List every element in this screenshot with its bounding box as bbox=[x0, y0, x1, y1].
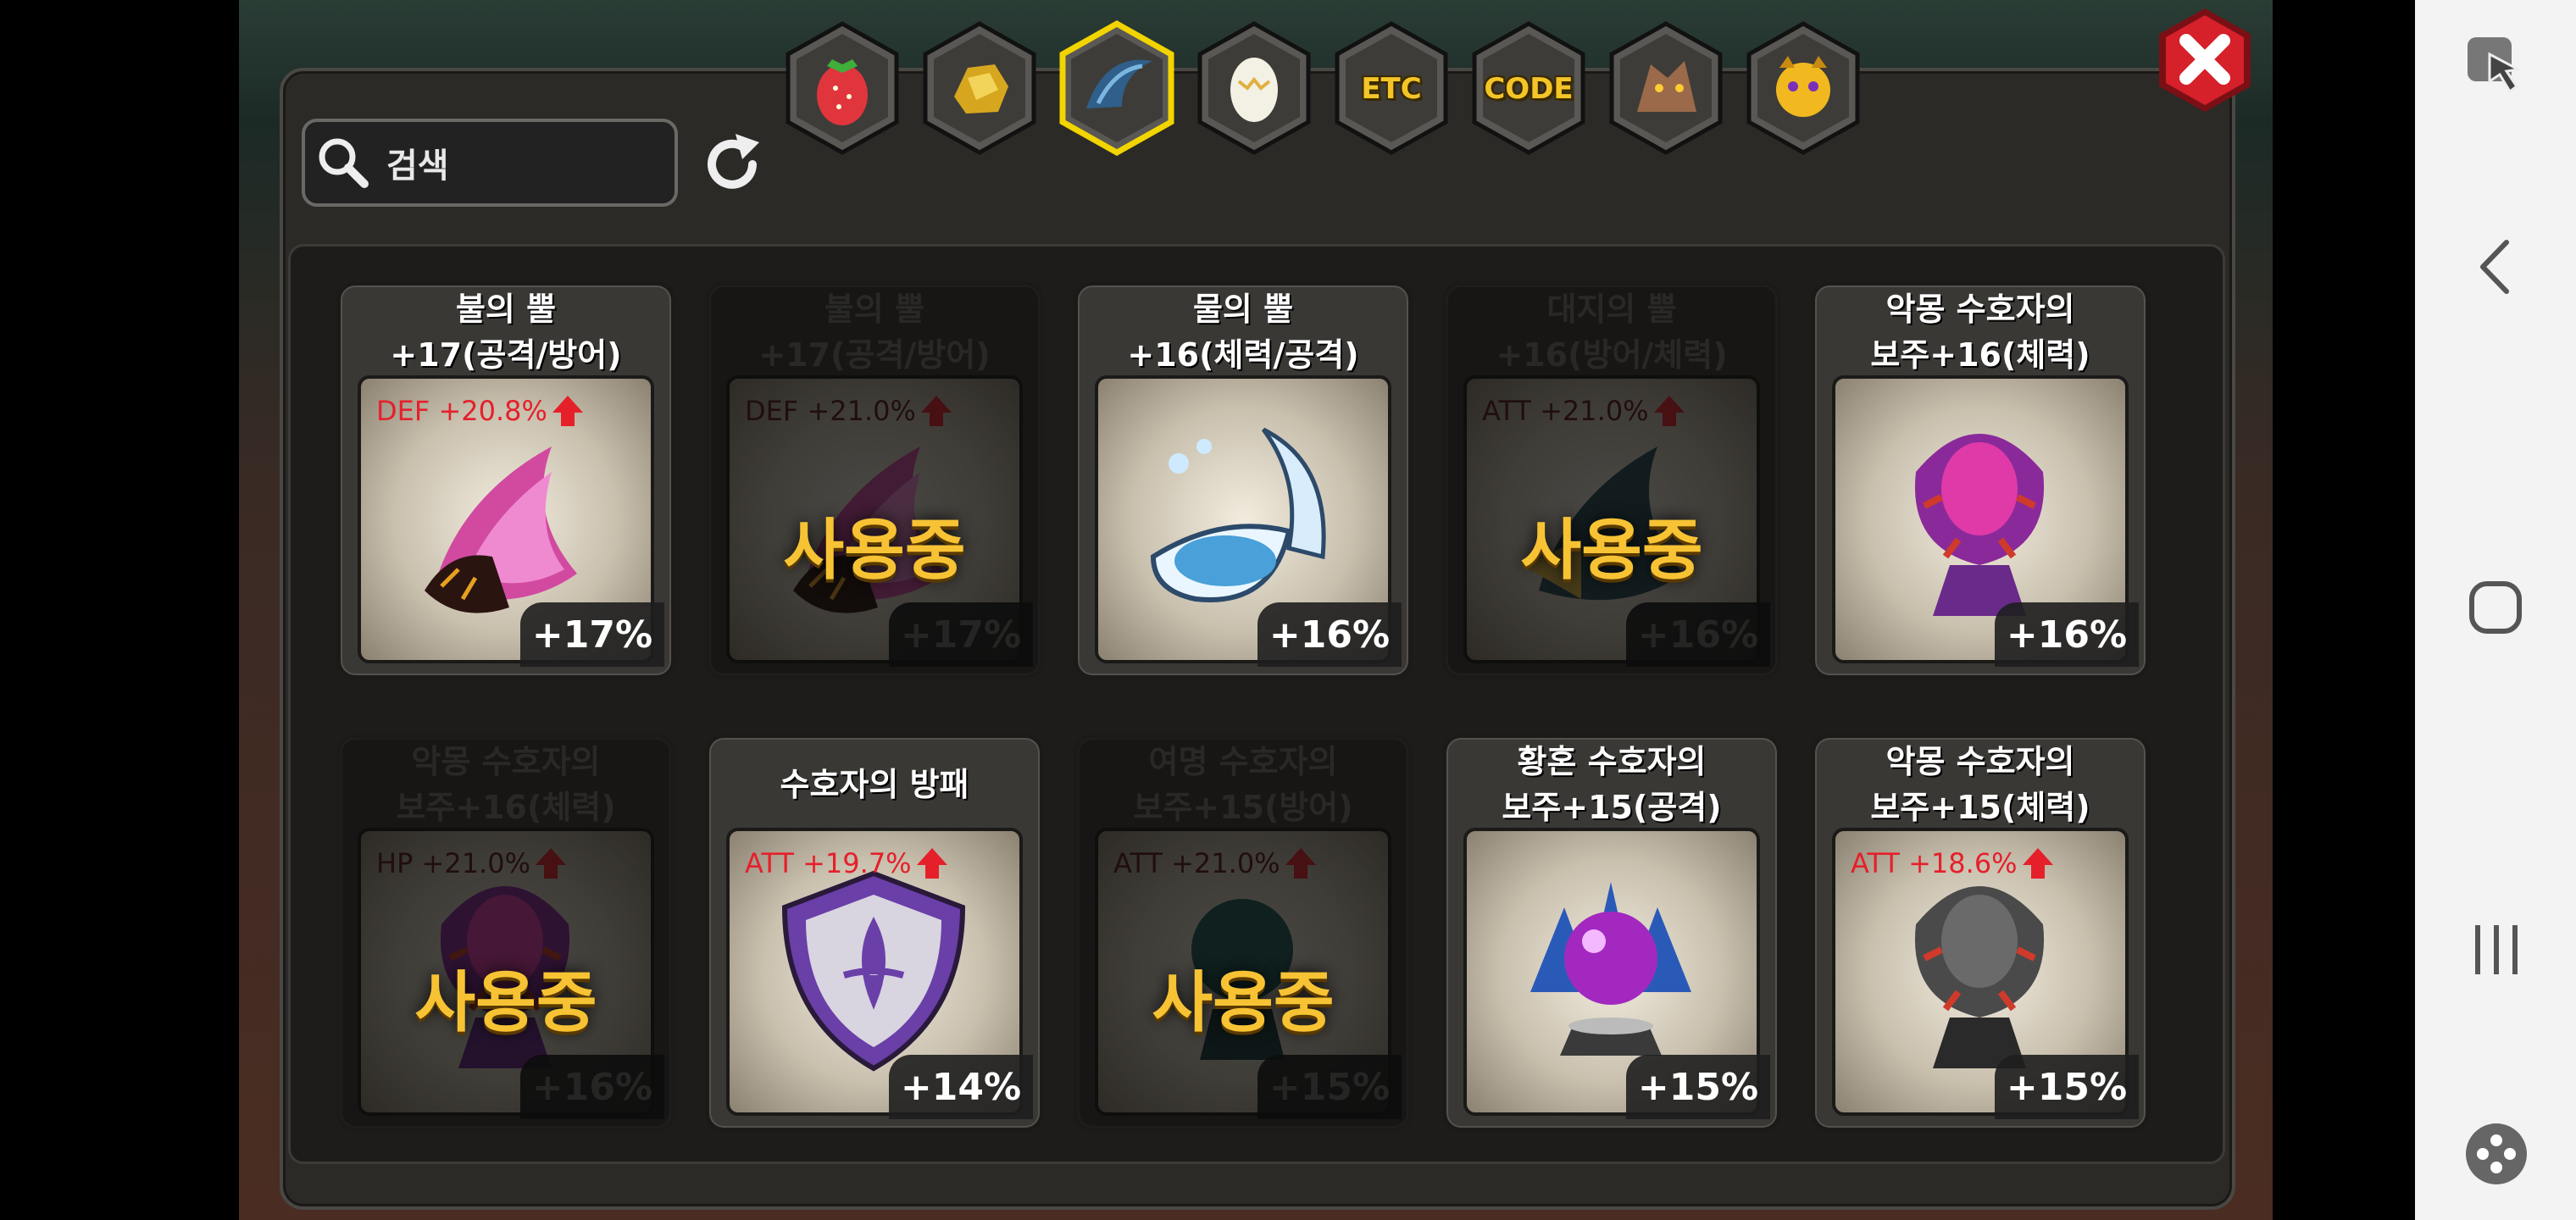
item-title-line2: 보주+15(공격) bbox=[1502, 789, 1722, 826]
stat-text: DEF +20.8% bbox=[376, 395, 547, 427]
stat-text: ATT +18.6% bbox=[1851, 847, 2018, 879]
item-title: 물의 뿔 +16(체력/공격) bbox=[1078, 286, 1408, 379]
item-title-line1: 불의 뿔 bbox=[455, 291, 557, 328]
tab-dragon-horn[interactable] bbox=[1054, 19, 1180, 158]
in-use-overlay bbox=[1446, 286, 1777, 675]
item-card[interactable]: 물의 뿔 +16(체력/공격) +16% bbox=[1074, 281, 1413, 679]
system-nav-bar bbox=[2415, 0, 2576, 1220]
enhance-percent: +16% bbox=[1995, 602, 2139, 667]
back-icon[interactable] bbox=[2474, 237, 2517, 297]
in-use-label: 사용중 bbox=[783, 513, 966, 589]
stat-text: ATT +19.7% bbox=[745, 847, 912, 879]
item-title: 악몽 수호자의보주+15(체력) bbox=[1815, 738, 2146, 831]
tab-label bbox=[780, 19, 905, 158]
in-use-label: 사용중 bbox=[1152, 965, 1335, 1041]
tab-gold-ore[interactable] bbox=[917, 19, 1042, 158]
item-title-line1: 물의 뿔 bbox=[1192, 291, 1294, 328]
tab-label bbox=[917, 19, 1042, 158]
tab-label bbox=[1191, 19, 1317, 158]
tab-label bbox=[1054, 19, 1180, 158]
item-title-line2: 보주+15(체력) bbox=[1870, 789, 2090, 826]
item-title-line1: 수호자의 방패 bbox=[780, 766, 969, 803]
search-input[interactable]: 검색 bbox=[386, 138, 449, 187]
item-title: 수호자의 방패 bbox=[709, 738, 1040, 831]
enhance-percent: +14% bbox=[889, 1055, 1033, 1119]
stat-up-arrow-icon bbox=[916, 848, 947, 879]
close-button[interactable] bbox=[2152, 5, 2258, 115]
screen-touch-icon[interactable] bbox=[2464, 34, 2529, 98]
letterbox-right bbox=[2273, 0, 2415, 1220]
tab-egg[interactable] bbox=[1191, 19, 1317, 158]
home-icon[interactable] bbox=[2468, 580, 2523, 635]
tab-etc[interactable]: ETC bbox=[1329, 19, 1454, 158]
tab-label bbox=[1603, 19, 1729, 158]
item-title-line2: +16(체력/공격) bbox=[1127, 336, 1359, 374]
stat-badge: DEF +20.8% bbox=[376, 394, 585, 428]
item-title-line2: +17(공격/방어) bbox=[390, 336, 622, 374]
tab-code[interactable]: CODE bbox=[1466, 19, 1591, 158]
item-title: 황혼 수호자의보주+15(공격) bbox=[1446, 738, 1777, 831]
item-card[interactable]: 대지의 뿔+16(방어/체력)ATT +21.0%+16%사용중 bbox=[1442, 281, 1781, 679]
item-card[interactable]: 황혼 수호자의보주+15(공격) +15% bbox=[1442, 734, 1781, 1132]
tab-label: CODE bbox=[1484, 71, 1574, 106]
in-use-overlay bbox=[709, 286, 1040, 675]
item-card[interactable]: 악몽 수호자의보주+16(체력) +16% bbox=[1811, 281, 2150, 679]
enhance-percent: +15% bbox=[1626, 1055, 1770, 1119]
item-title-line1: 악몽 수호자의 bbox=[1885, 743, 2075, 780]
tab-label bbox=[1740, 19, 1866, 158]
item-card[interactable]: 악몽 수호자의보주+15(체력) ATT +18.6% +15% bbox=[1811, 734, 2150, 1132]
refresh-icon bbox=[708, 134, 759, 189]
item-title: 불의 뿔 +17(공격/방어) bbox=[341, 286, 671, 379]
item-card[interactable]: 악몽 수호자의보주+16(체력)HP +21.0%+16%사용중 bbox=[336, 734, 675, 1132]
enhance-percent: +15% bbox=[1995, 1055, 2139, 1119]
in-use-overlay bbox=[341, 738, 671, 1128]
game-tools-icon[interactable] bbox=[2464, 1122, 2529, 1186]
item-card[interactable]: 수호자의 방패 ATT +19.7% +14% bbox=[705, 734, 1044, 1132]
item-title: 악몽 수호자의보주+16(체력) bbox=[1815, 286, 2146, 379]
item-title-line1: 황혼 수호자의 bbox=[1517, 743, 1707, 780]
tab-strawberry[interactable] bbox=[780, 19, 905, 158]
search-box[interactable]: 검색 bbox=[302, 119, 678, 207]
stat-badge: ATT +19.7% bbox=[745, 846, 949, 880]
search-icon bbox=[305, 125, 381, 201]
letterbox-left bbox=[0, 0, 239, 1220]
refresh-button[interactable] bbox=[693, 125, 771, 203]
tab-monster-face[interactable] bbox=[1740, 19, 1866, 158]
stat-badge: ATT +18.6% bbox=[1851, 846, 2055, 880]
item-title-line1: 악몽 수호자의 bbox=[1885, 291, 2075, 328]
close-icon bbox=[2159, 8, 2251, 112]
tab-dragon-head[interactable] bbox=[1603, 19, 1729, 158]
enhance-percent: +17% bbox=[520, 602, 664, 667]
item-card[interactable]: 여명 수호자의보주+15(방어)ATT +21.0%+15%사용중 bbox=[1074, 734, 1413, 1132]
item-card[interactable]: 불의 뿔+17(공격/방어)DEF +21.0%+17%사용중 bbox=[705, 281, 1044, 679]
tab-label: ETC bbox=[1361, 71, 1422, 106]
item-card[interactable]: 불의 뿔 +17(공격/방어) DEF +20.8% +17% bbox=[336, 281, 675, 679]
in-use-overlay bbox=[1078, 738, 1408, 1128]
in-use-label: 사용중 bbox=[1520, 513, 1703, 589]
in-use-label: 사용중 bbox=[414, 965, 597, 1041]
stat-up-arrow-icon bbox=[2022, 848, 2053, 879]
item-title-line2: 보주+16(체력) bbox=[1870, 336, 2090, 374]
enhance-percent: +16% bbox=[1257, 602, 1402, 667]
stat-up-arrow-icon bbox=[552, 396, 583, 426]
recent-apps-icon[interactable] bbox=[2469, 922, 2523, 978]
